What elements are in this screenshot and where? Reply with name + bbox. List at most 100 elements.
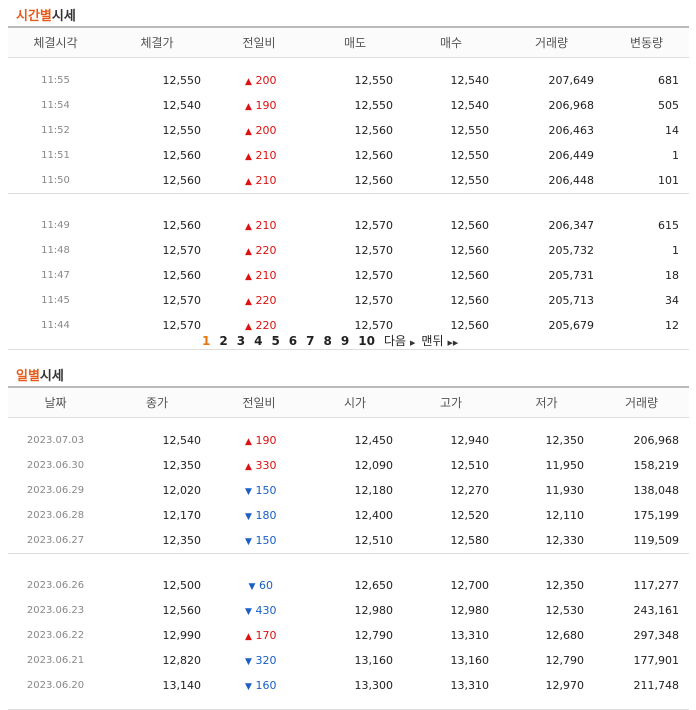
down-arrow-icon: ▼ bbox=[245, 487, 252, 497]
up-arrow-icon: ▲ bbox=[245, 322, 252, 332]
time-cell: 11:51 bbox=[41, 150, 70, 161]
sell-cell: 12,570 bbox=[354, 294, 394, 307]
price-cell: 12,560 bbox=[162, 149, 202, 162]
up-arrow-icon: ▲ bbox=[245, 102, 252, 112]
change-volume-cell: 18 bbox=[665, 269, 679, 282]
buy-cell: 12,550 bbox=[450, 124, 490, 137]
change-value: 220 bbox=[255, 294, 277, 307]
open-cell: 12,980 bbox=[354, 604, 394, 617]
column-header: 체결가 bbox=[103, 26, 211, 58]
buy-cell: 12,550 bbox=[450, 174, 490, 187]
change-value: 210 bbox=[255, 174, 277, 187]
last-page-link[interactable]: 맨뒤 bbox=[421, 332, 443, 349]
volume-cell: 117,277 bbox=[633, 579, 680, 592]
change-value: 160 bbox=[255, 679, 277, 692]
change-volume-cell: 34 bbox=[665, 294, 679, 307]
change-cell: ▲ 220 bbox=[211, 288, 307, 313]
up-arrow-icon: ▲ bbox=[245, 272, 252, 282]
volume-cell: 206,448 bbox=[548, 174, 595, 187]
page-link-2[interactable]: 2 bbox=[219, 334, 227, 348]
table-row: 2023.06.22 12,990 ▲ 170 12,790 13,310 12,680 29… bbox=[8, 623, 689, 648]
table-row: 11:49 12,560 ▲ 210 12,570 12,560 206,347 615 bbox=[8, 213, 689, 238]
up-arrow-icon: ▲ bbox=[245, 127, 252, 137]
change-value: 220 bbox=[255, 244, 277, 257]
page-link-1[interactable]: 1 bbox=[202, 334, 210, 348]
open-cell: 13,160 bbox=[354, 654, 394, 667]
date-cell: 2023.06.23 bbox=[26, 605, 85, 616]
sell-cell: 12,570 bbox=[354, 219, 394, 232]
table-row: 11:51 12,560 ▲ 210 12,560 12,550 206,449 1 bbox=[8, 143, 689, 168]
column-header: 매도 bbox=[307, 26, 403, 58]
low-cell: 12,350 bbox=[545, 579, 585, 592]
buy-cell: 12,560 bbox=[450, 294, 490, 307]
up-arrow-icon: ▲ bbox=[245, 152, 252, 162]
high-cell: 12,980 bbox=[450, 604, 490, 617]
change-cell: ▼ 60 bbox=[211, 573, 307, 598]
time-cell: 11:52 bbox=[41, 125, 70, 136]
close-cell: 12,020 bbox=[162, 484, 202, 497]
price-cell: 12,550 bbox=[162, 74, 202, 87]
column-header: 전일비 bbox=[211, 386, 307, 418]
column-header: 저가 bbox=[499, 386, 594, 418]
page-link-7[interactable]: 7 bbox=[306, 334, 314, 348]
table-row: 11:54 12,540 ▲ 190 12,550 12,540 206,968 505 bbox=[8, 93, 689, 118]
change-cell: ▼ 160 bbox=[211, 673, 307, 698]
change-volume-cell: 101 bbox=[658, 174, 679, 187]
down-arrow-icon: ▼ bbox=[245, 512, 252, 522]
price-cell: 12,560 bbox=[162, 269, 202, 282]
close-cell: 13,140 bbox=[162, 679, 202, 692]
date-cell: 2023.07.03 bbox=[26, 435, 85, 446]
volume-cell: 138,048 bbox=[633, 484, 680, 497]
close-cell: 12,540 bbox=[162, 434, 202, 447]
page-link-4[interactable]: 4 bbox=[254, 334, 262, 348]
page-link-10[interactable]: 10 bbox=[358, 334, 375, 348]
sell-cell: 12,550 bbox=[354, 99, 394, 112]
volume-cell: 207,649 bbox=[548, 74, 595, 87]
page-link-9[interactable]: 9 bbox=[341, 334, 349, 348]
change-cell: ▼ 320 bbox=[211, 648, 307, 673]
close-cell: 12,350 bbox=[162, 459, 202, 472]
change-value: 320 bbox=[255, 654, 277, 667]
change-cell: ▲ 190 bbox=[211, 428, 307, 453]
change-value: 180 bbox=[255, 509, 277, 522]
low-cell: 12,350 bbox=[545, 434, 585, 447]
row-spacer bbox=[8, 58, 689, 69]
high-cell: 13,160 bbox=[450, 654, 490, 667]
column-header: 변동량 bbox=[604, 26, 689, 58]
high-cell: 12,510 bbox=[450, 459, 490, 472]
next-page-link[interactable]: 다음 bbox=[384, 332, 406, 349]
table-row: 2023.06.30 12,350 ▲ 330 12,090 12,510 11,950 15… bbox=[8, 453, 689, 478]
change-value: 430 bbox=[255, 604, 277, 617]
column-header: 거래량 bbox=[594, 386, 689, 418]
change-cell: ▲ 190 bbox=[211, 93, 307, 118]
change-cell: ▲ 220 bbox=[211, 238, 307, 263]
down-arrow-icon: ▼ bbox=[245, 657, 252, 667]
page-link-8[interactable]: 8 bbox=[324, 334, 332, 348]
column-header: 전일비 bbox=[211, 26, 307, 58]
up-arrow-icon: ▲ bbox=[245, 222, 252, 232]
sell-cell: 12,560 bbox=[354, 124, 394, 137]
down-arrow-icon: ▼ bbox=[245, 682, 252, 692]
table-row: 2023.06.29 12,020 ▼ 150 12,180 12,270 11,930 13… bbox=[8, 478, 689, 503]
time-price-table: 체결시각 체결가 전일비 매도 매수 거래량 변동량 11:55 12,550 ▲ 200 12,5… bbox=[8, 26, 689, 350]
date-cell: 2023.06.26 bbox=[26, 580, 85, 591]
page-link-6[interactable]: 6 bbox=[289, 334, 297, 348]
row-spacer bbox=[8, 698, 689, 710]
column-header: 매수 bbox=[403, 26, 499, 58]
open-cell: 12,510 bbox=[354, 534, 394, 547]
page-link-3[interactable]: 3 bbox=[237, 334, 245, 348]
change-value: 200 bbox=[255, 74, 277, 87]
table-row: 2023.06.27 12,350 ▼ 150 12,510 12,580 12,330 11… bbox=[8, 528, 689, 554]
daily-section-title: 일별시세 bbox=[16, 365, 64, 384]
change-cell: ▲ 210 bbox=[211, 263, 307, 288]
table-row: 2023.06.26 12,500 ▼ 60 12,650 12,700 12,350 117… bbox=[8, 573, 689, 598]
down-arrow-icon: ▼ bbox=[248, 582, 256, 592]
page-link-5[interactable]: 5 bbox=[271, 334, 279, 348]
column-header: 체결시각 bbox=[8, 26, 103, 58]
low-cell: 12,530 bbox=[545, 604, 585, 617]
open-cell: 12,400 bbox=[354, 509, 394, 522]
close-cell: 12,990 bbox=[162, 629, 202, 642]
close-cell: 12,350 bbox=[162, 534, 202, 547]
pagination: 1 2 3 4 5 6 7 8 9 10 다음 ▶ 맨뒤 ▶▶ bbox=[202, 332, 464, 349]
up-arrow-icon: ▲ bbox=[245, 632, 252, 642]
